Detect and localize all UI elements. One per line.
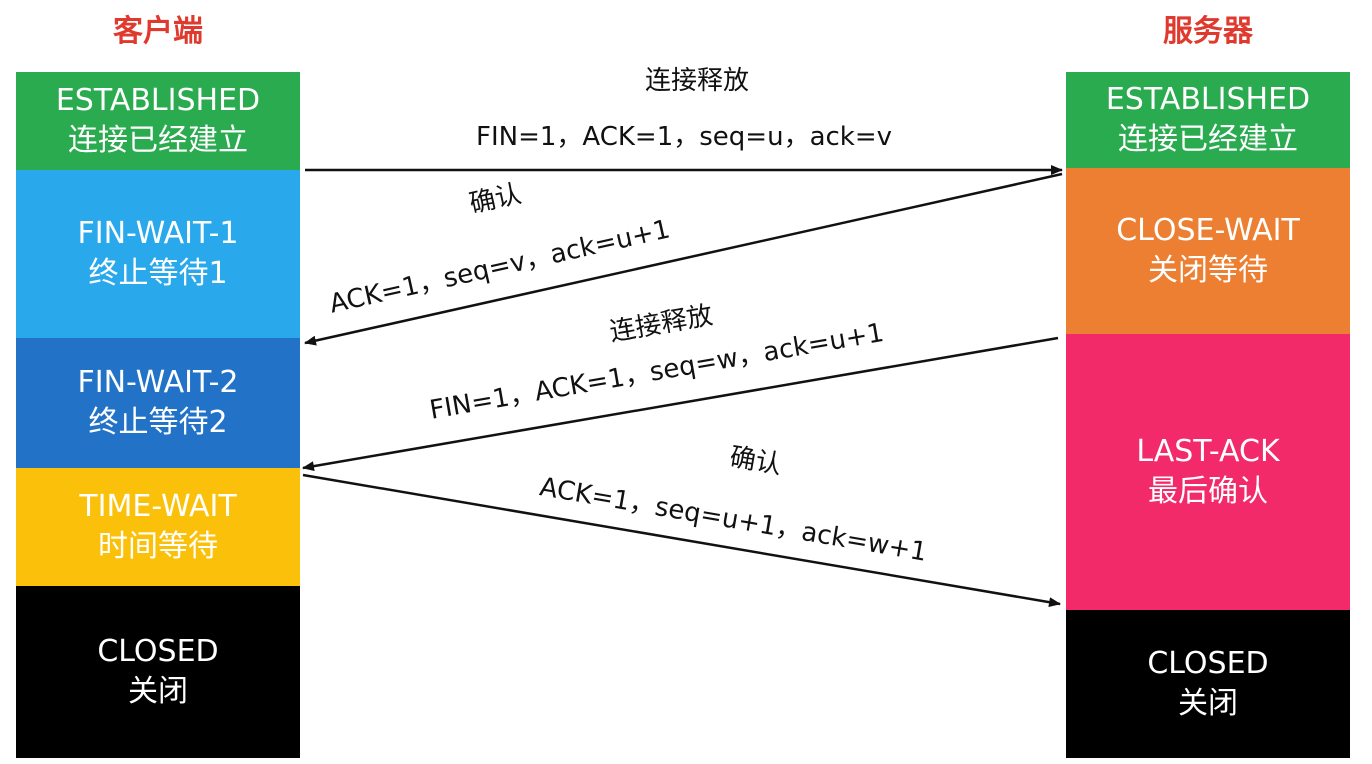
client-title: 客户端 bbox=[113, 14, 203, 49]
server-state-column: ESTABLISHED 连接已经建立 CLOSE-WAIT 关闭等待 LAST-… bbox=[1066, 72, 1350, 758]
message-4-name: 确认 bbox=[727, 442, 784, 481]
client-state-fin-wait-2: FIN-WAIT-2 终止等待2 bbox=[16, 338, 300, 468]
server-state-established: ESTABLISHED 连接已经建立 bbox=[1066, 72, 1350, 168]
state-name: FIN-WAIT-2 bbox=[77, 365, 239, 400]
state-name: TIME-WAIT bbox=[79, 489, 237, 524]
server-state-closed: CLOSED 关闭 bbox=[1066, 610, 1350, 758]
state-description: 连接已经建立 bbox=[68, 123, 248, 158]
server-state-last-ack: LAST-ACK 最后确认 bbox=[1066, 334, 1350, 610]
state-name: FIN-WAIT-1 bbox=[77, 216, 239, 251]
client-state-fin-wait-1: FIN-WAIT-1 终止等待1 bbox=[16, 170, 300, 338]
state-description: 时间等待 bbox=[98, 529, 218, 564]
server-state-close-wait: CLOSE-WAIT 关闭等待 bbox=[1066, 168, 1350, 334]
state-name: ESTABLISHED bbox=[1105, 82, 1311, 117]
client-state-closed: CLOSED 关闭 bbox=[16, 586, 300, 758]
state-name: CLOSED bbox=[1147, 646, 1269, 681]
message-3-name: 连接释放 bbox=[607, 300, 716, 348]
state-description: 最后确认 bbox=[1148, 474, 1268, 509]
state-name: LAST-ACK bbox=[1136, 434, 1280, 469]
server-title: 服务器 bbox=[1163, 14, 1253, 49]
message-2-name: 确认 bbox=[466, 179, 525, 220]
message-1-fields: FIN=1，ACK=1，seq=u，ack=v bbox=[476, 122, 893, 152]
state-name: ESTABLISHED bbox=[55, 83, 261, 118]
message-2-fields: ACK=1，seq=v，ack=u+1 bbox=[326, 214, 673, 320]
message-1-name: 连接释放 bbox=[645, 66, 750, 96]
client-state-column: ESTABLISHED 连接已经建立 FIN-WAIT-1 终止等待1 FIN-… bbox=[16, 72, 300, 758]
client-state-time-wait: TIME-WAIT 时间等待 bbox=[16, 468, 300, 586]
client-state-established: ESTABLISHED 连接已经建立 bbox=[16, 72, 300, 170]
state-description: 终止等待1 bbox=[88, 256, 228, 291]
message-4-fields: ACK=1，seq=u+1，ack=w+1 bbox=[537, 472, 930, 568]
state-description: 关闭等待 bbox=[1148, 253, 1268, 288]
state-description: 连接已经建立 bbox=[1118, 122, 1298, 157]
state-description: 终止等待2 bbox=[88, 405, 228, 440]
state-description: 关闭 bbox=[1178, 686, 1238, 721]
state-name: CLOSED bbox=[97, 634, 219, 669]
state-description: 关闭 bbox=[128, 674, 188, 709]
state-name: CLOSE-WAIT bbox=[1116, 213, 1300, 248]
